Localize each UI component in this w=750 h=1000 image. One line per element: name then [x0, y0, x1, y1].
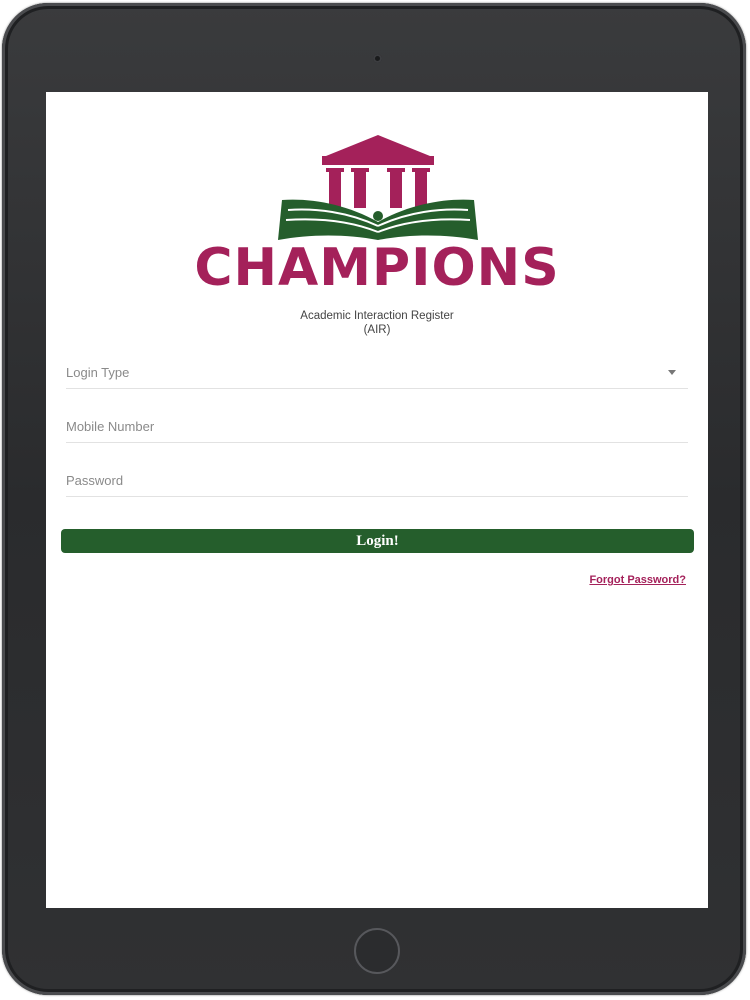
mobile-number-input[interactable] [66, 411, 688, 442]
chevron-down-icon[interactable] [668, 370, 676, 375]
subtitle-line-2: (AIR) [363, 324, 391, 336]
subtitle-line-1: Academic Interaction Register [300, 310, 454, 322]
logo-dot [373, 211, 383, 221]
page: CHAMPIONS Academic Interaction Register … [0, 0, 750, 1000]
logo-column [390, 170, 402, 208]
logo-entablature [322, 156, 434, 165]
brand-wordmark: CHAMPIONS [194, 238, 560, 298]
logo-column [415, 170, 427, 208]
camera-icon [373, 54, 382, 63]
mobile-number-field-wrapper [66, 411, 688, 443]
logo-roof [326, 135, 430, 156]
app-subtitle: Academic Interaction Register (AIR) [46, 309, 708, 337]
forgot-password-link[interactable]: Forgot Password? [589, 574, 686, 586]
password-field-wrapper [66, 465, 688, 497]
logo-column [354, 170, 366, 208]
app-screen: CHAMPIONS Academic Interaction Register … [46, 92, 708, 908]
login-type-select[interactable]: Login Type [66, 357, 688, 389]
login-type-label: Login Type [66, 365, 130, 380]
logo-column [329, 170, 341, 208]
home-button[interactable] [354, 928, 400, 974]
login-button[interactable]: Login! [61, 529, 694, 553]
password-input[interactable] [66, 465, 688, 496]
tablet-frame: CHAMPIONS Academic Interaction Register … [2, 3, 746, 995]
